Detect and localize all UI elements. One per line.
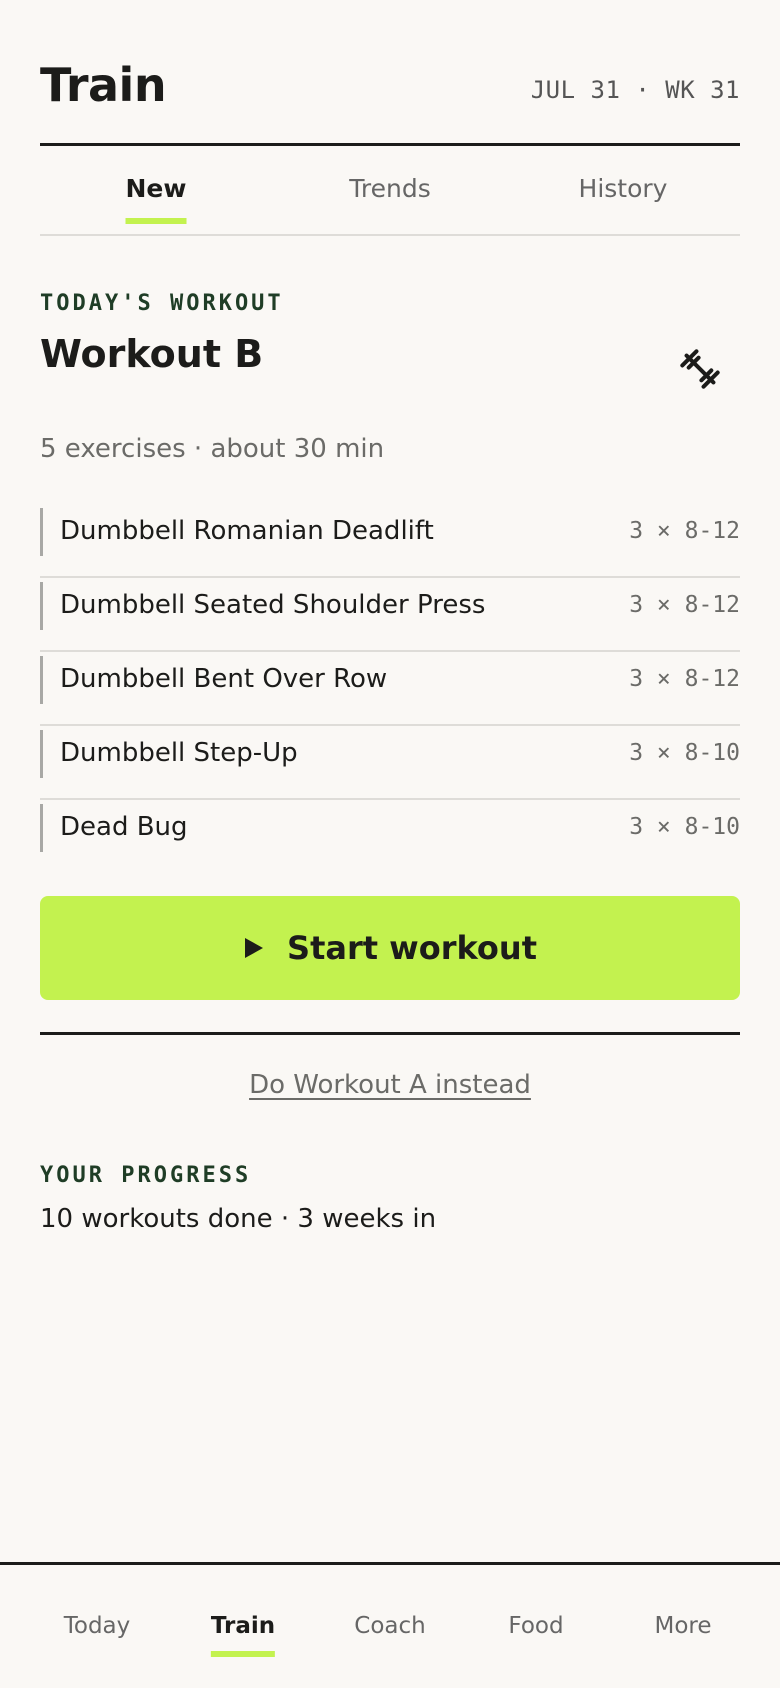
progress-label: YOUR PROGRESS — [40, 1163, 252, 1188]
nav-label: Train — [210, 1613, 276, 1639]
row-marker — [40, 656, 43, 704]
row-marker — [40, 508, 43, 556]
row-marker — [40, 804, 43, 852]
exercise-sets: 3 × 8-10 — [629, 740, 740, 766]
start-workout-button[interactable]: Start workout — [40, 896, 740, 1000]
nav-label: Food — [508, 1613, 564, 1639]
nav-item-coach[interactable]: Coach — [354, 1613, 425, 1639]
nav-item-train[interactable]: Train — [210, 1613, 276, 1657]
active-tab-indicator — [125, 218, 187, 224]
section-divider — [40, 1032, 740, 1035]
alternate-workout-label: Do Workout A instead — [249, 1070, 531, 1100]
tab-label: New — [125, 174, 187, 203]
exercise-sets: 3 × 8-12 — [629, 518, 740, 544]
nav-label: More — [654, 1613, 712, 1639]
nav-label: Coach — [354, 1613, 426, 1639]
exercise-sets: 3 × 8-12 — [629, 666, 740, 692]
list-item[interactable]: Dumbbell Romanian Deadlift 3 × 8-12 — [40, 504, 740, 578]
exercise-name: Dumbbell Step-Up — [60, 738, 298, 768]
dumbbell-icon — [680, 349, 720, 389]
exercise-name: Dumbbell Seated Shoulder Press — [60, 590, 486, 620]
alternate-workout-link[interactable]: Do Workout A instead — [0, 1070, 780, 1100]
workout-title: Workout B — [40, 332, 264, 376]
exercise-list: Dumbbell Romanian Deadlift 3 × 8-12 Dumb… — [40, 504, 740, 874]
exercise-sets: 3 × 8-10 — [629, 814, 740, 840]
play-icon — [245, 938, 264, 958]
row-marker — [40, 582, 43, 630]
tab-bar: New Trends History — [40, 146, 740, 236]
list-item[interactable]: Dumbbell Seated Shoulder Press 3 × 8-12 — [40, 578, 740, 652]
exercise-sets: 3 × 8-12 — [629, 592, 740, 618]
list-item[interactable]: Dumbbell Bent Over Row 3 × 8-12 — [40, 652, 740, 726]
date-badge: JUL 31 · WK 31 — [530, 76, 740, 104]
nav-label: Today — [63, 1613, 131, 1639]
bottom-nav: Today Train Coach Food More — [0, 1562, 780, 1688]
tab-label: History — [578, 174, 668, 203]
tab-history[interactable]: History — [579, 174, 668, 203]
tab-trends[interactable]: Trends — [349, 174, 430, 203]
list-item[interactable]: Dumbbell Step-Up 3 × 8-10 — [40, 726, 740, 800]
exercise-name: Dumbbell Bent Over Row — [60, 664, 388, 694]
page-title: Train — [40, 58, 167, 112]
tab-new[interactable]: New — [125, 174, 187, 224]
nav-item-today[interactable]: Today — [64, 1613, 131, 1639]
header: Train JUL 31 · WK 31 — [40, 52, 740, 146]
progress-summary: 10 workouts done · 3 weeks in — [40, 1204, 437, 1234]
tab-label: Trends — [349, 174, 431, 203]
workout-summary: 5 exercises · about 30 min — [40, 434, 385, 464]
exercise-name: Dead Bug — [60, 812, 188, 842]
nav-item-more[interactable]: More — [654, 1613, 711, 1639]
start-workout-label: Start workout — [287, 929, 537, 967]
row-marker — [40, 730, 43, 778]
list-item[interactable]: Dead Bug 3 × 8-10 — [40, 800, 740, 874]
train-screen: Train JUL 31 · WK 31 New Trends History … — [0, 0, 780, 1688]
nav-item-food[interactable]: Food — [508, 1613, 563, 1639]
todays-workout-label: TODAY'S WORKOUT — [40, 291, 284, 316]
exercise-name: Dumbbell Romanian Deadlift — [60, 516, 434, 546]
active-nav-indicator — [210, 1651, 276, 1657]
